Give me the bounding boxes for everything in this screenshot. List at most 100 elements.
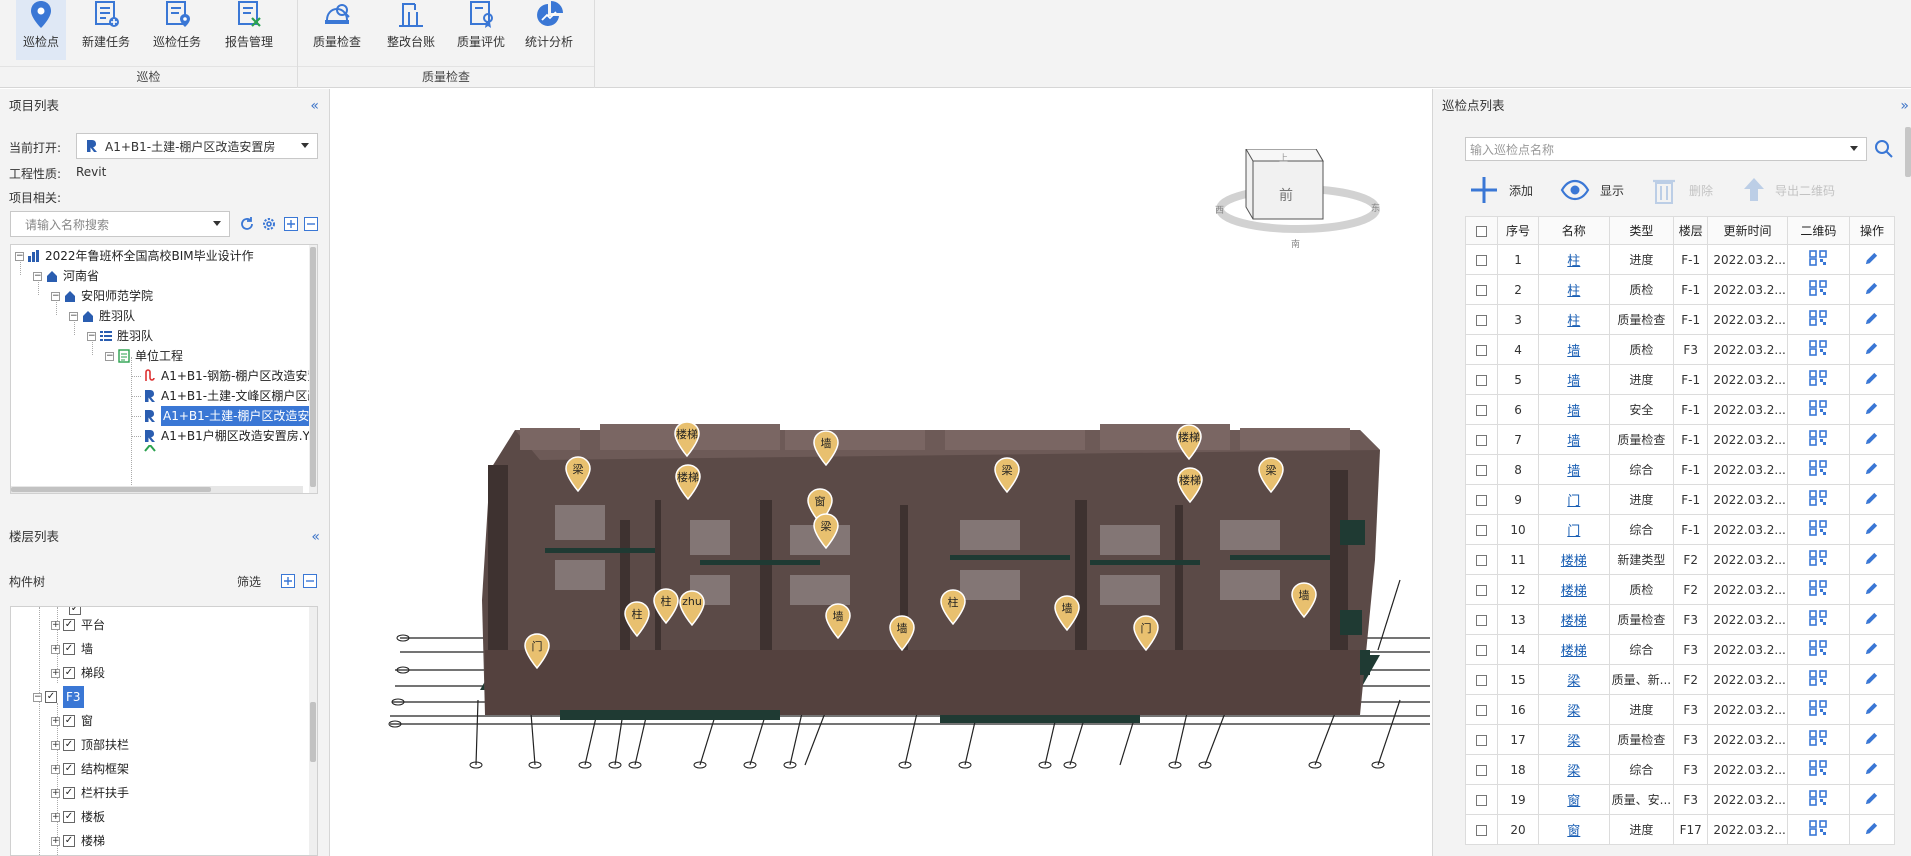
inspection-marker[interactable]: 梁 [994,457,1020,493]
row-checkbox[interactable] [1464,364,1499,395]
column-header-qrcode[interactable]: 二维码 [1786,216,1850,245]
tree-item-model[interactable]: A1+B1-钢筋-棚户区改造安置 [143,366,317,386]
floor-item-stairs[interactable]: + ✓ 楼梯 [51,831,105,851]
floor-item-wall[interactable]: + ✓ 墙 [51,639,93,659]
edit-icon[interactable] [1848,814,1896,845]
edit-icon[interactable] [1848,364,1896,395]
row-name-link[interactable]: 墙 [1537,424,1610,455]
tree-item-model[interactable]: A1+B1-土建-文峰区棚户区改 [143,386,317,406]
qrcode-icon[interactable] [1786,304,1850,335]
row-name-link[interactable]: 窗 [1537,784,1610,815]
collapse-all-icon[interactable] [303,574,317,588]
table-row[interactable]: 15 梁质量、新... F2 2022.03.2... [1464,664,1896,695]
inspection-search-input[interactable]: 输入巡检点名称 [1465,137,1867,161]
qrcode-icon[interactable] [1786,814,1850,845]
tree-item-school[interactable]: − 安阳师范学院 [51,286,153,306]
collapse-all-icon[interactable] [304,217,318,231]
table-row[interactable]: 13 楼梯 质量检查 F3 2022.03.2... [1464,604,1896,635]
row-checkbox[interactable] [1464,664,1499,695]
export-qrcode-button[interactable]: 导出二维码 [1739,175,1835,205]
inspection-marker[interactable]: 墙 [813,430,839,466]
row-checkbox[interactable] [1464,334,1499,365]
floor-item-railing[interactable]: + ✓ 栏杆扶手 [51,783,129,803]
checkbox[interactable]: ✓ [63,787,75,799]
qrcode-icon[interactable] [1786,544,1850,575]
checkbox[interactable]: ✓ [63,835,75,847]
table-row[interactable]: 5 墙进度 F-1 2022.03.2... [1464,364,1896,395]
row-name-link[interactable]: 梁 [1537,664,1610,695]
table-row[interactable]: 11 楼梯 新建类型 F2 2022.03.2... [1464,544,1896,575]
checkbox[interactable]: ✓ [63,643,75,655]
column-header-type[interactable]: 类型 [1608,216,1675,245]
table-row[interactable]: 8 墙综合 F-1 2022.03.2... [1464,454,1896,485]
tree-item-unit-project[interactable]: − 单位工程 [105,346,183,366]
row-name-link[interactable]: 楼梯 [1537,574,1610,605]
edit-icon[interactable] [1848,514,1896,545]
table-row[interactable]: 18 梁综合 F3 2022.03.2... [1464,754,1896,785]
qrcode-icon[interactable] [1786,274,1850,305]
inspection-marker[interactable]: zhu [679,590,705,626]
row-name-link[interactable]: 梁 [1537,694,1610,725]
qrcode-icon[interactable] [1786,574,1850,605]
floor-item-window[interactable]: + ✓ 窗 [51,711,93,731]
table-row[interactable]: 4 墙质检 F3 2022.03.2... [1464,334,1896,365]
row-name-link[interactable]: 柱 [1537,304,1610,335]
floor-item-stair-run[interactable]: + ✓ 梯段 [51,663,105,683]
column-header-action[interactable]: 操作 [1848,216,1896,245]
model-viewport[interactable]: 前 上 东 西 南 楼梯 楼梯梁墙梁梁楼梯 楼梯窗梁柱 zhu 柱柱墙墙墙门墙门 [331,89,1432,856]
table-row[interactable]: 1 柱进度 F-1 2022.03.2... [1464,244,1896,275]
floor-item-f3[interactable]: − ✓ F3 [33,686,84,708]
qrcode-icon[interactable] [1786,634,1850,665]
ribbon-button-report[interactable]: 报告管理 [222,0,276,60]
tree-item-model[interactable]: A1+B1户棚区改造安置房.YS [143,426,317,446]
checkbox[interactable]: ✓ [63,667,75,679]
inspection-marker[interactable]: 墙 [1291,582,1317,618]
inspection-marker[interactable]: 梁 [565,456,591,492]
row-name-link[interactable]: 柱 [1537,274,1610,305]
row-name-link[interactable]: 柱 [1537,244,1610,275]
table-row[interactable]: 10 门综合 F-1 2022.03.2... [1464,514,1896,545]
tree-item-team[interactable]: − 胜羽队 [69,306,135,326]
qrcode-icon[interactable] [1786,364,1850,395]
table-row[interactable]: 7 墙质量检查 F-1 2022.03.2... [1464,424,1896,455]
tree-item-model-selected[interactable]: A1+B1-土建-棚户区改造安置 [143,406,317,426]
row-checkbox[interactable] [1464,454,1499,485]
collapse-left-icon[interactable]: « [310,89,319,123]
inspection-marker[interactable]: 楼梯 [1176,424,1202,460]
row-checkbox[interactable] [1464,544,1499,575]
edit-icon[interactable] [1848,604,1896,635]
column-header-time[interactable]: 更新时间 [1707,216,1788,245]
table-row[interactable]: 14 楼梯 综合 F3 2022.03.2... [1464,634,1896,665]
row-checkbox[interactable] [1464,424,1499,455]
tree-horizontal-scrollbar[interactable] [11,486,303,493]
tree-item-team-sub[interactable]: − 胜羽队 [87,326,153,346]
tree-item-province[interactable]: − 河南省 [33,266,99,286]
ribbon-button-rectify-ledger[interactable]: 整改台账 [384,0,438,60]
edit-icon[interactable] [1848,664,1896,695]
table-row[interactable]: 17 梁质量检查 F3 2022.03.2... [1464,724,1896,755]
add-button[interactable]: 添加 [1469,175,1533,205]
inspection-marker[interactable]: 柱 [653,588,679,624]
row-name-link[interactable]: 梁 [1537,754,1610,785]
edit-icon[interactable] [1848,544,1896,575]
ribbon-button-new-task[interactable]: 新建任务 [80,0,132,60]
column-header-no[interactable]: 序号 [1497,216,1539,245]
edit-icon[interactable] [1848,574,1896,605]
qrcode-icon[interactable] [1786,664,1850,695]
inspection-marker[interactable]: 柱 [624,601,650,637]
edit-icon[interactable] [1848,724,1896,755]
qrcode-icon[interactable] [1786,604,1850,635]
edit-icon[interactable] [1848,454,1896,485]
table-row[interactable]: 6 墙安全 F-1 2022.03.2... [1464,394,1896,425]
inspection-marker[interactable]: 柱 [940,589,966,625]
qrcode-icon[interactable] [1786,514,1850,545]
row-checkbox[interactable] [1464,394,1499,425]
row-checkbox[interactable] [1464,784,1499,815]
qrcode-icon[interactable] [1786,424,1850,455]
show-button[interactable]: 显示 [1560,175,1624,205]
expand-all-icon[interactable] [281,574,295,588]
search-icon[interactable] [1874,139,1894,159]
collapse-toggle-icon[interactable]: − [87,331,96,341]
edit-icon[interactable] [1848,334,1896,365]
floor-item-platform[interactable]: + ✓ 平台 [51,615,105,635]
